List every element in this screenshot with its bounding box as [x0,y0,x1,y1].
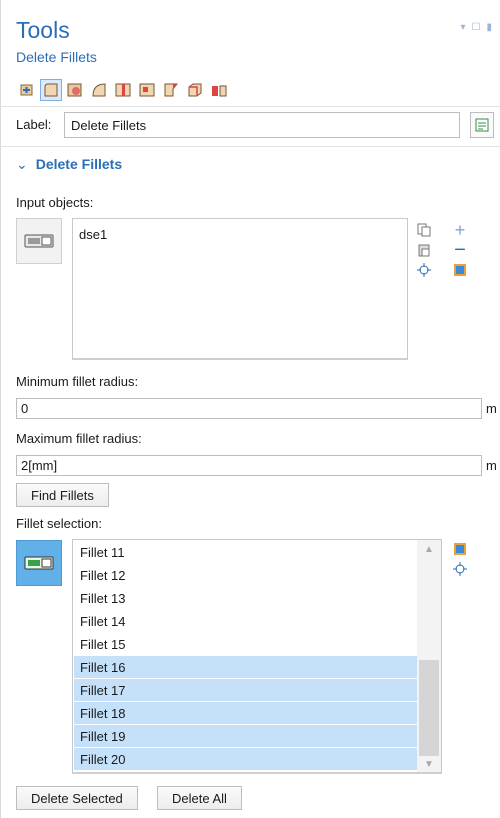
fillet-list-item[interactable]: Fillet 13 [74,587,418,610]
collapse-edges-icon [164,83,179,97]
remove-icon[interactable]: − [452,239,468,261]
fillet-list-item[interactable]: Fillet 15 [74,633,418,656]
ignore-vertices-button[interactable] [184,79,206,101]
build-button[interactable] [16,79,38,101]
selection-toggle-icon [24,234,54,248]
clear-selection-icon[interactable] [452,262,468,278]
merge-edges-button[interactable] [136,79,158,101]
window-controls: ▾ ☐ ▮ [460,22,492,33]
input-objects-activate-button[interactable] [16,218,62,264]
fillet-selection-list[interactable]: Fillet 11 Fillet 12 Fillet 13 Fillet 14 Fill… [72,539,442,774]
max-radius-unit: m [486,458,497,473]
cap-faces-icon [67,83,82,97]
section-header[interactable]: ⌄ Delete Fillets [16,156,122,173]
fillet-list-item[interactable]: Fillet 11 [74,541,418,564]
chevron-down-icon: ⌄ [16,156,28,172]
min-radius-unit: m [486,401,497,416]
add-icon[interactable]: + [452,220,468,240]
panel-subtitle: Delete Fillets [16,49,97,65]
delete-selected-button[interactable]: Delete Selected [16,786,138,810]
delete-fillets-icon [44,83,58,97]
fillet-selection-tools [452,541,476,577]
scroll-down-icon[interactable]: ▼ [417,759,441,770]
input-objects-list[interactable]: dse1 [72,218,408,360]
pin-icon[interactable]: ▮ [486,22,492,33]
delete-faces-icon [92,83,106,97]
paste-icon[interactable] [416,242,432,258]
fillet-rows: Fillet 11 Fillet 12 Fillet 13 Fillet 14 Fill… [74,541,418,771]
selection-toggle-icon [24,556,54,570]
divider [0,146,500,147]
collapse-edges-button[interactable] [160,79,182,101]
fillet-list-item[interactable]: Fillet 19 [74,725,418,748]
zoom-to-selection-icon[interactable] [452,561,468,577]
input-objects-tools: + − [416,220,476,278]
fillet-selection-activate-button[interactable] [16,540,62,586]
cap-faces-button[interactable] [64,79,86,101]
zoom-to-selection-icon[interactable] [416,262,432,278]
delete-all-button[interactable]: Delete All [157,786,242,810]
label-input[interactable] [64,112,460,138]
dropdown-icon[interactable]: ▾ [460,22,465,33]
fillet-selection-label: Fillet selection: [16,516,102,531]
section-title: Delete Fillets [35,156,123,172]
geometry-toolbar [16,79,230,101]
max-radius-label: Maximum fillet radius: [16,431,142,446]
min-radius-input[interactable] [16,398,482,419]
find-fillets-button[interactable]: Find Fillets [16,483,109,507]
scroll-up-icon[interactable]: ▲ [417,544,441,555]
fillet-list-item[interactable]: Fillet 20 [74,748,418,771]
merge-edges-icon [139,83,155,97]
ignore-vertices-icon [188,83,202,97]
copy-icon[interactable] [416,222,432,238]
scrollbar[interactable]: ▲ ▼ [417,540,441,772]
build-icon [20,84,33,96]
max-radius-input[interactable] [16,455,482,476]
divider [0,106,500,107]
list-item[interactable]: dse1 [73,219,407,242]
label-options-button[interactable] [470,112,494,138]
split-face-button[interactable] [112,79,134,101]
split-face-icon [115,83,131,97]
clear-selection-icon[interactable] [452,541,468,557]
fillet-list-item[interactable]: Fillet 16 [74,656,418,679]
min-radius-label: Minimum fillet radius: [16,374,139,389]
maximize-icon[interactable]: ☐ [472,22,481,33]
detach-faces-icon [212,85,227,97]
delete-fillets-button[interactable] [40,79,62,101]
fillet-list-item[interactable]: Fillet 17 [74,679,418,702]
fillet-list-item[interactable]: Fillet 12 [74,564,418,587]
detach-faces-button[interactable] [208,79,230,101]
delete-faces-button[interactable] [88,79,110,101]
label-caption: Label: [16,117,52,132]
label-edit-icon [475,118,489,132]
input-objects-label: Input objects: [16,195,94,210]
fillet-list-item[interactable]: Fillet 18 [74,702,418,725]
scroll-thumb[interactable] [419,660,439,756]
fillet-list-item[interactable]: Fillet 14 [74,610,418,633]
panel-title: Tools [16,17,70,43]
